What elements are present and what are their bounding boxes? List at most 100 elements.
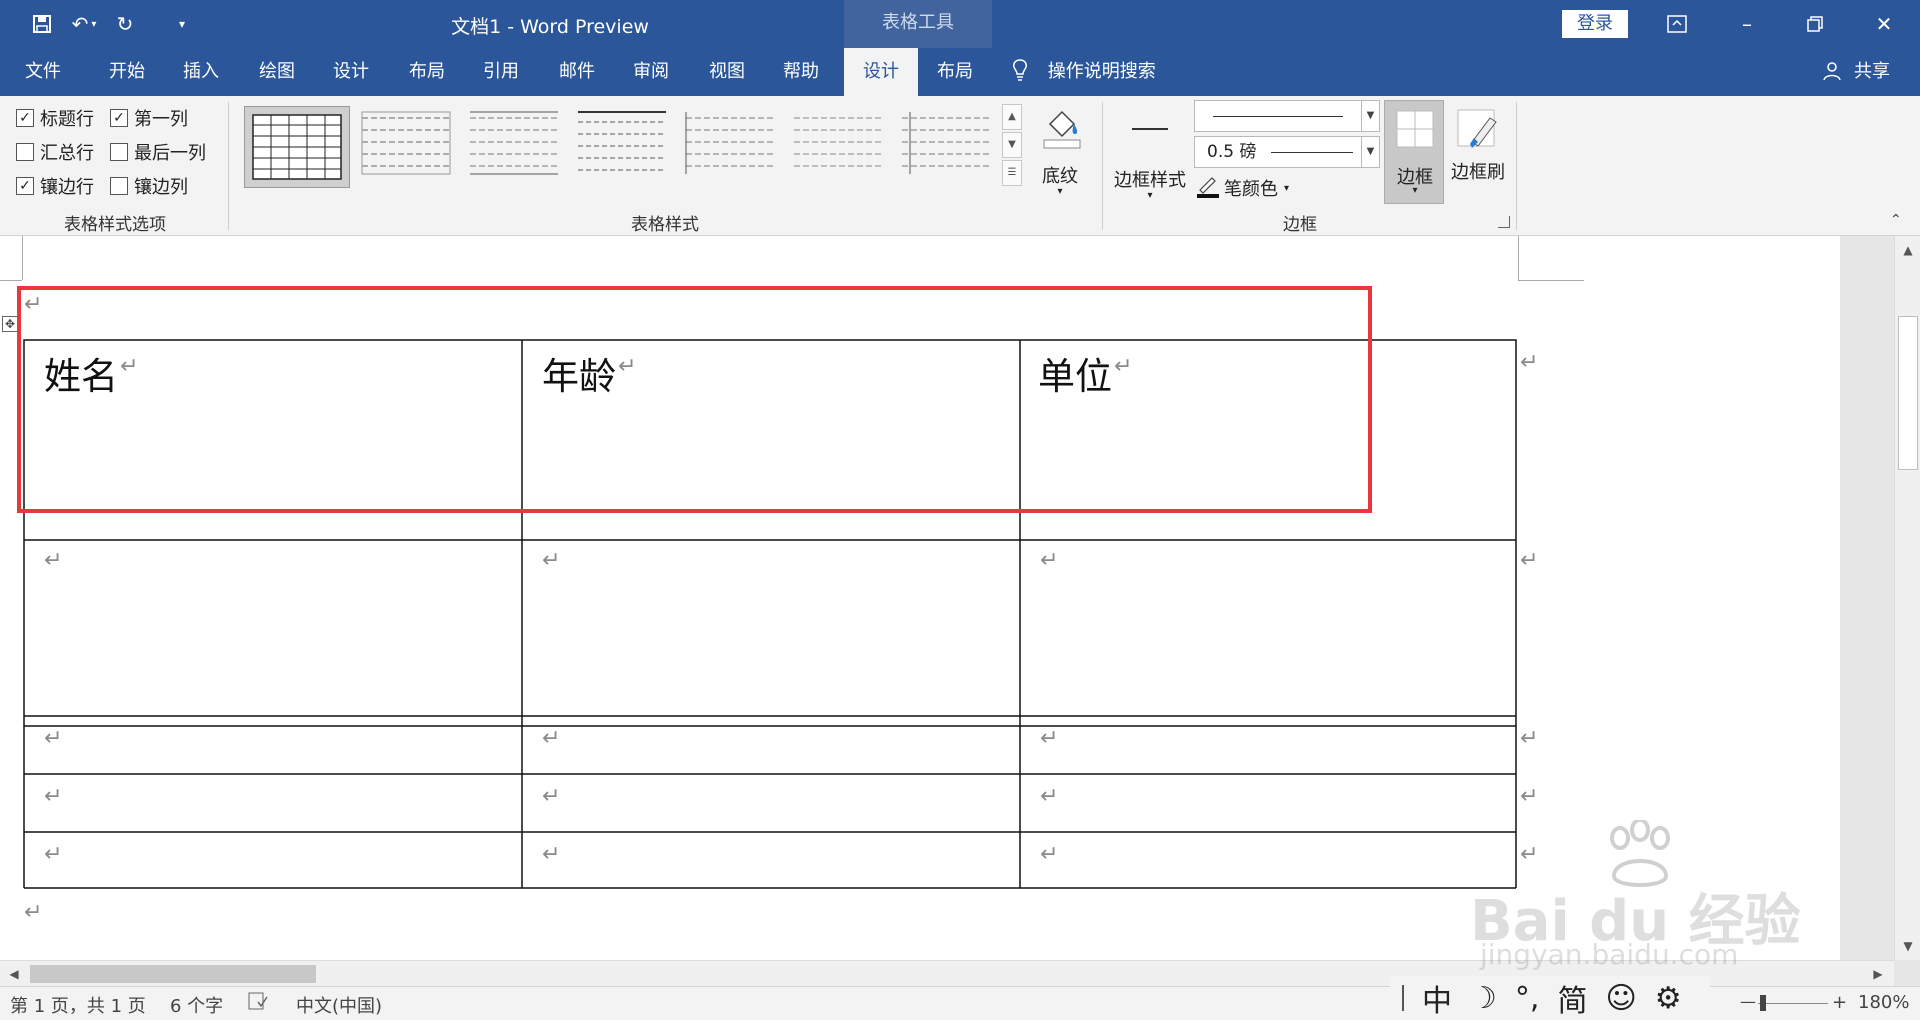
ime-emoji-icon[interactable]: ☺ [1605,981,1636,1016]
zoom-slider-thumb[interactable] [1760,995,1766,1011]
table-style-plain-3[interactable] [574,108,670,180]
language-indicator[interactable]: 中文(中国) [296,992,382,1018]
checkbox-last-column[interactable]: 最后一列 [110,140,206,164]
checkbox-header-row[interactable]: ✓ 标题行 [16,106,94,130]
chevron-down-icon: ▾ [1412,185,1418,196]
table-style-plain-5[interactable] [790,108,886,180]
ime-half-width-icon[interactable]: ☽ [1470,981,1497,1016]
border-painter-icon [1456,108,1500,152]
title-bar: ↶ ▾ ↻ ▾ 文档1 - Word Preview 表格工具 登录 – ✕ [0,0,1920,48]
tab-design[interactable]: 设计 [318,48,384,96]
cell-end-mark: ↵ [44,784,63,809]
pen-color-button[interactable]: 笔颜色 ▾ [1196,174,1289,202]
border-styles-button[interactable]: 边框样式 ▾ [1112,104,1188,208]
borders-dialog-launcher-icon[interactable] [1498,216,1510,228]
tab-help[interactable]: 帮助 [768,48,834,96]
cell-end-mark: ↵ [1040,726,1059,751]
checkbox-banded-rows[interactable]: ✓ 镶边行 [16,174,94,198]
checkbox-banded-columns[interactable]: 镶边列 [110,174,188,198]
word-count[interactable]: 6 个字 [170,992,223,1018]
cell-end-mark: ↵ [44,842,63,867]
row-end-mark: ↵ [1520,784,1539,809]
horizontal-scroll-thumb[interactable] [30,965,316,983]
shading-button[interactable]: 底纹 ▾ [1030,104,1090,204]
ime-chinese-mode-icon[interactable]: 中 [1422,976,1452,1020]
table-style-plain-4[interactable] [682,108,778,180]
tab-insert[interactable]: 插入 [168,48,234,96]
zoom-in-icon[interactable]: + [1832,992,1847,1013]
cell-end-mark: ↵ [542,548,561,573]
zoom-slider[interactable] [1758,1003,1828,1004]
pen-color-label: 笔颜色 [1224,179,1278,200]
cell-end-mark: ↵ [542,784,561,809]
border-painter-button[interactable]: 边框刷 [1448,100,1508,204]
checkbox-box: ✓ [16,109,34,127]
share-button[interactable]: 共享 [1822,48,1890,96]
checkbox-label: 最后一列 [134,143,206,164]
table-style-plain-2[interactable] [466,108,562,180]
border-painter-label: 边框刷 [1451,162,1505,183]
ribbon-tab-bar: 文件 开始 插入 绘图 设计 布局 引用 邮件 审阅 视图 帮助 设计 布局 操… [0,48,1920,96]
gallery-scroll-up-icon[interactable]: ▲ [1002,104,1022,130]
table-style-plain-6[interactable] [898,108,994,180]
close-icon[interactable]: ✕ [1864,8,1904,40]
share-label: 共享 [1854,61,1890,82]
tell-me-search[interactable]: 操作说明搜索 [1012,48,1252,96]
vertical-scrollbar[interactable]: ▲ ▼ [1894,236,1920,960]
checkbox-box [110,177,128,195]
scroll-right-icon[interactable]: ▶ [1866,962,1890,986]
cell-end-mark: ↵ [542,842,561,867]
chevron-down-icon: ▼ [1361,137,1379,167]
tab-draw[interactable]: 绘图 [244,48,310,96]
tab-file[interactable]: 文件 [10,48,76,96]
minimize-icon[interactable]: – [1727,8,1767,40]
annotation-highlight-box [17,286,1372,513]
gallery-scroll-down-icon[interactable]: ▼ [1002,132,1022,158]
ribbon-display-options-icon[interactable] [1657,8,1697,40]
cell-end-mark: ↵ [44,726,63,751]
page-count[interactable]: 第 1 页，共 1 页 [10,992,146,1018]
tab-references[interactable]: 引用 [468,48,534,96]
tab-home[interactable]: 开始 [94,48,160,96]
group-separator [1516,102,1517,230]
shading-label: 底纹 [1042,166,1078,187]
tab-table-design[interactable]: 设计 [844,48,918,96]
tab-layout[interactable]: 布局 [394,48,460,96]
zoom-level[interactable]: 180% [1858,992,1909,1013]
pen-icon [1196,174,1220,203]
scroll-down-icon[interactable]: ▼ [1896,934,1920,958]
ime-settings-icon[interactable]: ⚙ [1655,981,1682,1016]
scroll-left-icon[interactable]: ◀ [2,962,26,986]
restore-icon[interactable] [1795,8,1835,40]
ime-simplified-icon[interactable]: 简 [1557,976,1587,1020]
zoom-out-icon[interactable]: — [1740,992,1756,1011]
ime-divider [1402,985,1404,1011]
collapse-ribbon-icon[interactable]: ⌃ [1890,212,1902,228]
login-button[interactable]: 登录 [1562,10,1628,38]
row-end-mark: ↵ [1520,726,1539,751]
tell-me-label: 操作说明搜索 [1047,61,1156,82]
ime-punctuation-icon[interactable]: °, [1515,981,1540,1016]
chevron-down-icon: ▾ [1057,186,1063,197]
borders-button[interactable]: 边框 ▾ [1384,100,1444,204]
tab-view[interactable]: 视图 [694,48,760,96]
line-style-dropdown[interactable]: ▼ [1194,100,1380,132]
proofing-icon[interactable] [248,992,268,1015]
ribbon: ✓ 标题行 ✓ 第一列 汇总行 最后一列 ✓ 镶边行 镶边列 表格样式选项 ▲ ▼ ☰… [0,96,1920,236]
tab-review[interactable]: 审阅 [618,48,684,96]
watermark-url: jingyan.baidu.com [1480,938,1739,971]
table-style-plain-1[interactable] [358,108,454,180]
gallery-more-icon[interactable]: ☰ [1002,160,1022,186]
checkbox-first-column[interactable]: ✓ 第一列 [110,106,188,130]
checkbox-total-row[interactable]: 汇总行 [16,140,94,164]
tab-mailings[interactable]: 邮件 [544,48,610,96]
chevron-down-icon: ▼ [1361,101,1379,131]
table-style-grid[interactable] [244,106,350,188]
scroll-up-icon[interactable]: ▲ [1896,238,1920,262]
vertical-scroll-thumb[interactable] [1898,316,1918,470]
line-weight-dropdown[interactable]: 0.5 磅 ▼ [1194,136,1380,168]
checkbox-box [16,143,34,161]
checkbox-box: ✓ [110,109,128,127]
tab-table-layout[interactable]: 布局 [918,48,992,96]
borders-grid-icon [1395,109,1435,153]
